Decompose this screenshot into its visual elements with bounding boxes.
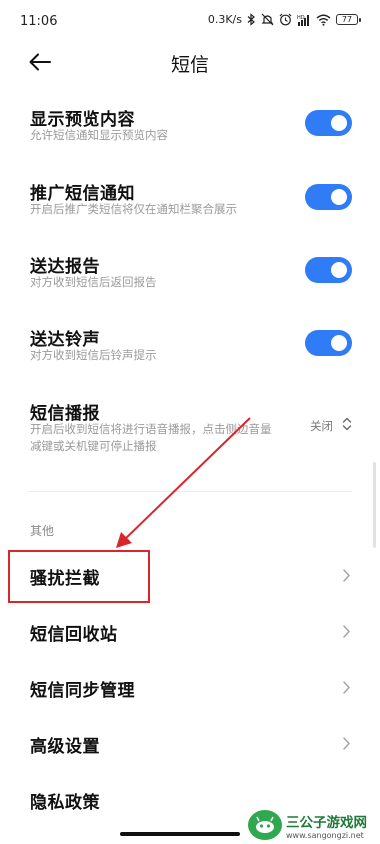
watermark-logo-icon [248, 810, 282, 840]
highlight-box [8, 550, 150, 603]
svg-text:HD: HD [297, 15, 305, 21]
list-item-sync-management[interactable]: 短信同步管理 [0, 662, 380, 714]
setting-sms-broadcast[interactable]: 短信播报 开启后收到短信将进行语音播报，点击侧边音量 减键或关机键可停止播报 关… [0, 392, 380, 462]
section-label-other: 其他 [30, 524, 55, 538]
delivery-report-toggle[interactable] [305, 257, 352, 283]
scrollbar-thumb[interactable] [373, 462, 376, 548]
watermark-url: www.sangongzi.net [286, 830, 364, 840]
status-icons: 0.3K/s HD 77 [207, 13, 361, 26]
bluetooth-icon [247, 13, 255, 26]
alarm-icon [279, 13, 292, 26]
setting-show-preview: 显示预览内容 允许短信通知显示预览内容 [0, 98, 380, 158]
setting-delivery-report: 送达报告 对方收到短信后返回报告 [0, 245, 380, 305]
broadcast-value: 关闭 [310, 419, 333, 433]
status-bar: 11:06 0.3K/s HD 77 [0, 0, 380, 44]
list-item-label: 高级设置 [30, 737, 100, 757]
list-item-label: 短信同步管理 [30, 681, 135, 701]
list-item-label: 短信回收站 [30, 625, 118, 645]
toggle-knob [331, 335, 347, 351]
list-item-label: 隐私政策 [30, 793, 100, 813]
setting-subtitle-line2: 减键或关机键可停止播报 [30, 439, 157, 453]
battery-icon: 77 [336, 14, 361, 25]
promo-notification-toggle[interactable] [305, 184, 352, 210]
page-title: 短信 [170, 54, 209, 76]
chevron-right-icon [343, 569, 350, 582]
list-item-recycle-bin[interactable]: 短信回收站 [0, 606, 380, 658]
list-item-advanced-settings[interactable]: 高级设置 [0, 718, 380, 770]
network-speed: 0.3K/s [207, 13, 242, 26]
toggle-knob [331, 189, 347, 205]
setting-subtitle: 对方收到短信后返回报告 [30, 275, 157, 289]
watermark: 三公子游戏网 www.sangongzi.net [248, 806, 380, 844]
home-indicator[interactable] [120, 832, 240, 836]
chevron-right-icon [343, 625, 350, 638]
status-time: 11:06 [20, 14, 58, 29]
setting-subtitle-line1: 开启后收到短信将进行语音播报，点击侧边音量 [30, 422, 272, 436]
up-down-chevron-icon [342, 417, 352, 431]
hd-signal-icon: HD [297, 14, 309, 26]
wifi-icon [316, 14, 331, 26]
chevron-right-icon [343, 737, 350, 750]
section-divider [28, 491, 352, 492]
chevron-right-icon [343, 681, 350, 694]
setting-subtitle: 允许短信通知显示预览内容 [30, 128, 168, 142]
mute-icon [261, 13, 274, 26]
show-preview-toggle[interactable] [305, 110, 352, 136]
setting-subtitle: 对方收到短信后铃声提示 [30, 348, 157, 362]
toggle-knob [331, 115, 347, 131]
toggle-knob [331, 262, 347, 278]
setting-subtitle: 开启后推广类短信将仅在通知栏聚合展示 [30, 202, 237, 216]
nav-bar: 短信 [0, 40, 380, 84]
delivery-sound-toggle[interactable] [305, 330, 352, 356]
watermark-title: 三公子游戏网 [286, 814, 367, 831]
setting-delivery-sound: 送达铃声 对方收到短信后铃声提示 [0, 318, 380, 378]
setting-promo-notification: 推广短信通知 开启后推广类短信将仅在通知栏聚合展示 [0, 172, 380, 232]
